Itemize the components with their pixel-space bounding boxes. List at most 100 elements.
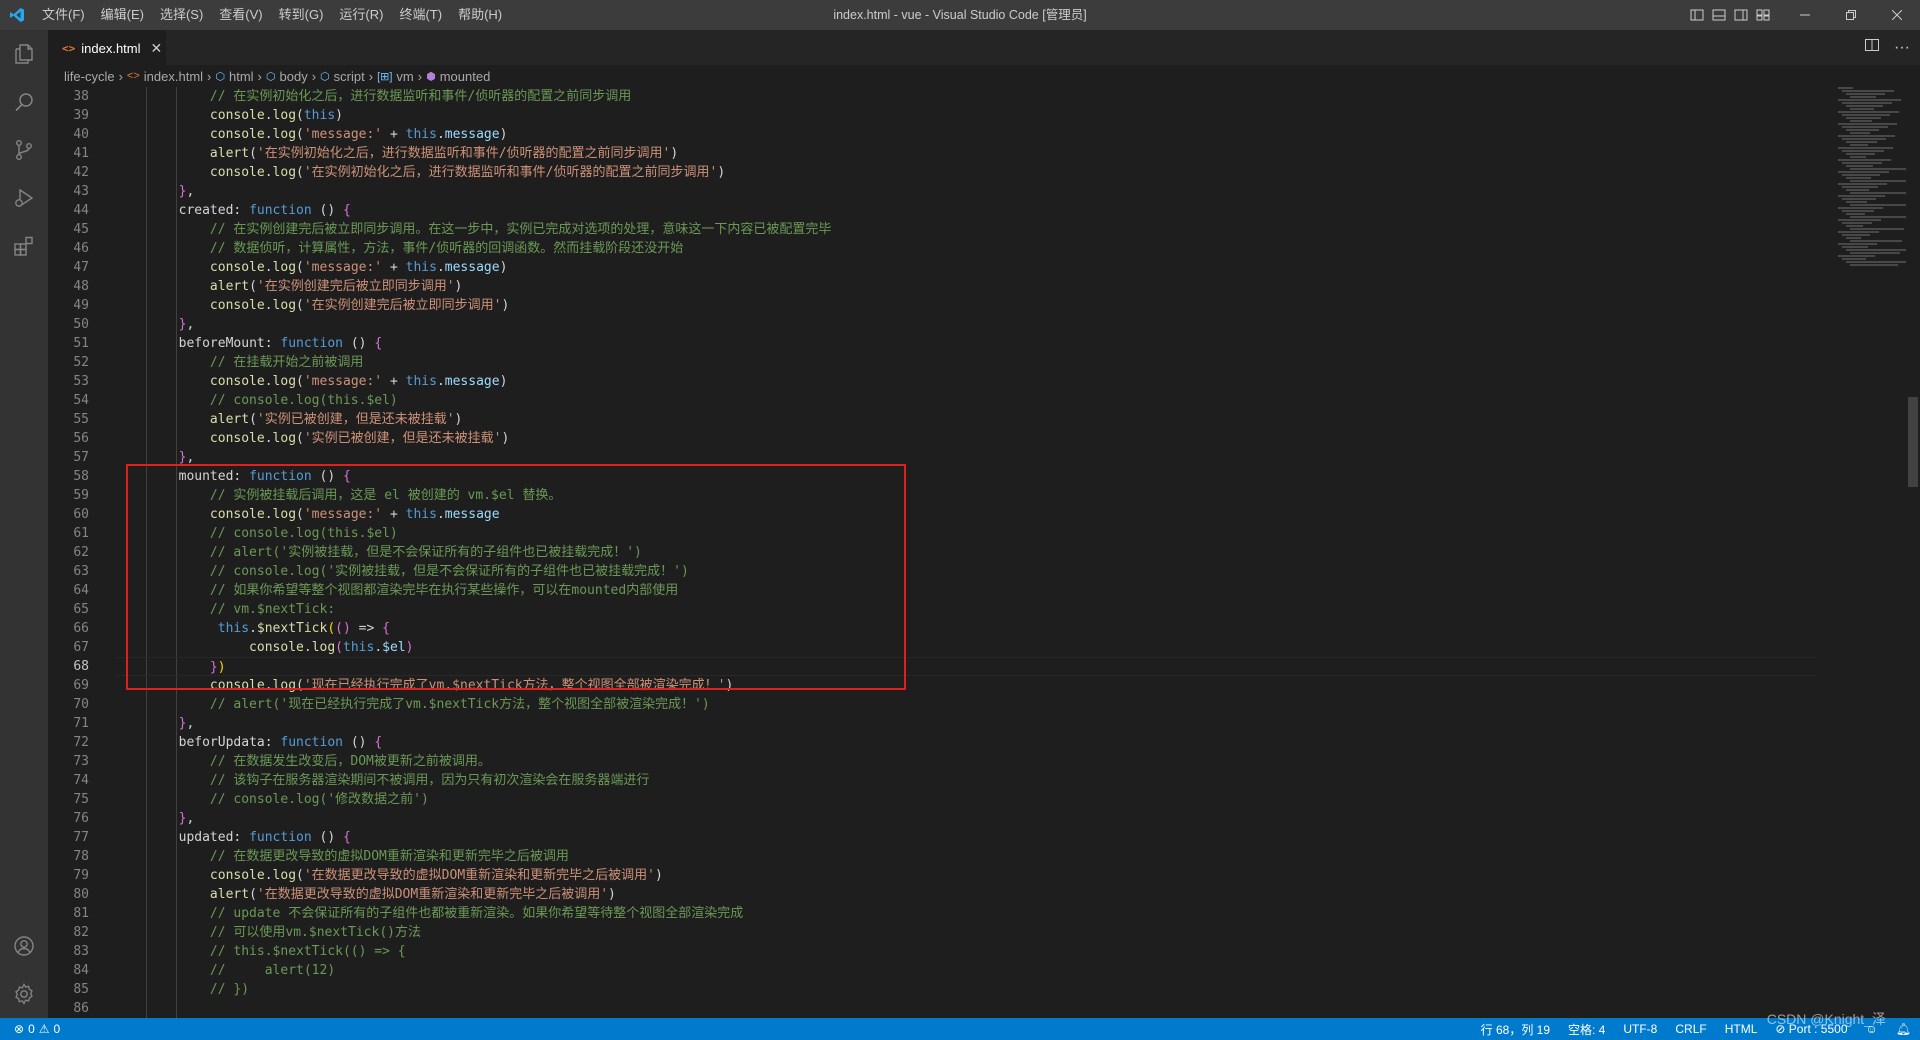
code-line[interactable]: console.log(this): [116, 106, 1816, 125]
code-line[interactable]: // alert('实例被挂载，但是不会保证所有的子组件也已被挂载完成！'): [116, 543, 1816, 562]
toggle-secondary-sidebar-icon[interactable]: [1730, 0, 1752, 30]
code-line[interactable]: // 在挂载开始之前被调用: [116, 353, 1816, 372]
tab-label: index.html: [81, 40, 141, 56]
explorer-icon[interactable]: [0, 30, 48, 78]
breadcrumb-item[interactable]: ⬡ body: [266, 69, 308, 84]
tab-index-html[interactable]: <> index.html ✕: [48, 30, 166, 65]
code-line[interactable]: // console.log(this.$el): [116, 391, 1816, 410]
code-line[interactable]: // 可以使用vm.$nextTick()方法: [116, 923, 1816, 942]
breadcrumb-label: vm: [396, 68, 414, 84]
run-debug-icon[interactable]: [0, 174, 48, 222]
vertical-scrollbar[interactable]: [1906, 87, 1920, 1018]
breadcrumb-item[interactable]: <> index.html: [127, 69, 203, 84]
code-token: .: [374, 640, 383, 655]
code-line[interactable]: console.log('现在已经执行完成了vm.$nextTick方法，整个视…: [116, 676, 1816, 695]
code-line[interactable]: alert('实例已被创建，但是还未被挂载'): [116, 410, 1816, 429]
code-line[interactable]: // console.log(this.$el): [116, 524, 1816, 543]
code-line[interactable]: console.log('message:' + this.message): [116, 372, 1816, 391]
code-line[interactable]: // 如果你希望等整个视图都渲染完毕在执行某些操作，可以在mounted内部使用: [116, 581, 1816, 600]
code-line[interactable]: // alert('现在已经执行完成了vm.$nextTick方法，整个视图全部…: [116, 695, 1816, 714]
breadcrumb-item[interactable]: ⬢ mounted: [426, 69, 490, 84]
code-line[interactable]: },: [116, 448, 1816, 467]
code-line[interactable]: beforUpdata: function () {: [116, 733, 1816, 752]
code-lines[interactable]: // 在实例初始化之后，进行数据监听和事件/侦听器的配置之前同步调用 conso…: [116, 87, 1816, 1018]
menu-item[interactable]: 运行(R): [331, 0, 391, 30]
close-icon[interactable]: ✕: [151, 40, 163, 57]
menu-item[interactable]: 转到(G): [271, 0, 332, 30]
source-control-icon[interactable]: [0, 126, 48, 174]
indentation[interactable]: 空格: 4: [1559, 1021, 1614, 1038]
accounts-icon[interactable]: [0, 922, 48, 970]
code-line[interactable]: // 数据侦听，计算属性，方法，事件/侦听器的回调函数。然而挂载阶段还没开始: [116, 239, 1816, 258]
code-line[interactable]: // console.log('修改数据之前'): [116, 790, 1816, 809]
code-line[interactable]: alert('在实例创建完后被立即同步调用'): [116, 277, 1816, 296]
code-line[interactable]: // 在数据发生改变后，DOM被更新之前被调用。: [116, 752, 1816, 771]
restore-button[interactable]: [1828, 0, 1874, 30]
customize-layout-icon[interactable]: [1752, 0, 1774, 30]
menu-item[interactable]: 文件(F): [34, 0, 93, 30]
code-line[interactable]: this.$nextTick(() => {: [116, 619, 1816, 638]
code-line[interactable]: },: [116, 809, 1816, 828]
code-line[interactable]: console.log(this.$el): [116, 638, 1816, 657]
scrollbar-thumb[interactable]: [1908, 397, 1918, 487]
code-line[interactable]: console.log('在数据更改导致的虚拟DOM重新渲染和更新完毕之后被调用…: [116, 866, 1816, 885]
code-line[interactable]: updated: function () {: [116, 828, 1816, 847]
code-line[interactable]: // 在实例创建完后被立即同步调用。在这一步中，实例已完成对选项的处理，意味这一…: [116, 220, 1816, 239]
menu-item[interactable]: 查看(V): [211, 0, 270, 30]
close-window-button[interactable]: [1874, 0, 1920, 30]
code-token: .: [303, 640, 312, 655]
code-line[interactable]: mounted: function () {: [116, 467, 1816, 486]
menu-item[interactable]: 帮助(H): [450, 0, 510, 30]
code-line[interactable]: // 在实例初始化之后，进行数据监听和事件/侦听器的配置之前同步调用: [116, 87, 1816, 106]
code-token: console: [209, 374, 265, 389]
code-line[interactable]: console.log('在实例创建完后被立即同步调用'): [116, 296, 1816, 315]
breadcrumb-item[interactable]: life-cycle: [64, 69, 115, 84]
code-editor[interactable]: 38 39 40 41 42 43 44 45 46 47 48 49 50 51 52 53 54 55 56 57…: [48, 87, 1920, 1018]
search-icon[interactable]: [0, 78, 48, 126]
code-line[interactable]: alert('在数据更改导致的虚拟DOM重新渲染和更新完毕之后被调用'): [116, 885, 1816, 904]
code-line[interactable]: console.log('message:' + this.message): [116, 258, 1816, 277]
code-line[interactable]: },: [116, 315, 1816, 334]
code-line[interactable]: console.log('message:' + this.message): [116, 125, 1816, 144]
toggle-panel-icon[interactable]: [1708, 0, 1730, 30]
extensions-icon[interactable]: [0, 222, 48, 270]
split-editor-icon[interactable]: [1864, 37, 1880, 58]
notifications-icon[interactable]: 🔔︎: [1887, 1022, 1920, 1036]
language-mode[interactable]: HTML: [1716, 1022, 1767, 1036]
menu-item[interactable]: 编辑(E): [93, 0, 152, 30]
code-line[interactable]: console.log('message:' + this.message: [116, 505, 1816, 524]
breadcrumb-item[interactable]: ⬡ script: [320, 69, 365, 84]
code-line[interactable]: // }): [116, 980, 1816, 999]
more-actions-icon[interactable]: ···: [1894, 39, 1910, 57]
menu-item[interactable]: 选择(S): [152, 0, 211, 30]
code-line[interactable]: // vm.$nextTick:: [116, 600, 1816, 619]
encoding[interactable]: UTF-8: [1614, 1022, 1666, 1036]
breadcrumb-item[interactable]: ⬡ html: [215, 69, 253, 84]
code-line[interactable]: [116, 999, 1816, 1018]
code-line[interactable]: alert('在实例初始化之后，进行数据监听和事件/侦听器的配置之前同步调用'): [116, 144, 1816, 163]
code-line[interactable]: // this.$nextTick(() => {: [116, 942, 1816, 961]
cursor-position[interactable]: 行 68，列 19: [1472, 1021, 1559, 1038]
minimize-button[interactable]: [1782, 0, 1828, 30]
code-line[interactable]: // 在数据更改导致的虚拟DOM重新渲染和更新完毕之后被调用: [116, 847, 1816, 866]
code-line[interactable]: // 实例被挂载后调用，这是 el 被创建的 vm.$el 替换。: [116, 486, 1816, 505]
code-line[interactable]: created: function () {: [116, 201, 1816, 220]
code-line[interactable]: beforeMount: function () {: [116, 334, 1816, 353]
code-line[interactable]: },: [116, 182, 1816, 201]
breadcrumb-item[interactable]: [⊞] vm: [377, 69, 414, 84]
code-line[interactable]: console.log('实例已被创建，但是还未被挂载'): [116, 429, 1816, 448]
settings-gear-icon[interactable]: [0, 970, 48, 1018]
end-of-line[interactable]: CRLF: [1666, 1022, 1715, 1036]
code-line[interactable]: }): [116, 657, 1816, 676]
problems-indicator[interactable]: ⊗ 0 ⚠ 0: [0, 1022, 60, 1036]
minimap[interactable]: [1838, 87, 1914, 1018]
code-line[interactable]: // 该钩子在服务器渲染期间不被调用，因为只有初次渲染会在服务器端进行: [116, 771, 1816, 790]
toggle-sidebar-icon[interactable]: [1686, 0, 1708, 30]
code-line[interactable]: },: [116, 714, 1816, 733]
code-token: (: [335, 640, 343, 655]
code-line[interactable]: console.log('在实例初始化之后，进行数据监听和事件/侦听器的配置之前…: [116, 163, 1816, 182]
code-line[interactable]: // console.log('实例被挂载，但是不会保证所有的子组件也已被挂载完…: [116, 562, 1816, 581]
menu-item[interactable]: 终端(T): [391, 0, 450, 30]
code-line[interactable]: // alert(12): [116, 961, 1816, 980]
code-line[interactable]: // update 不会保证所有的子组件也都被重新渲染。如果你希望等待整个视图全…: [116, 904, 1816, 923]
